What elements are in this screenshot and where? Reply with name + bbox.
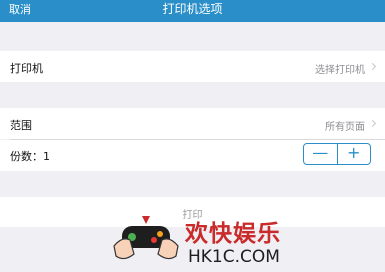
- increment-button[interactable]: +: [338, 144, 371, 164]
- range-value: 所有页面: [325, 122, 365, 133]
- navigation-bar: 取消 打印机选项: [0, 0, 385, 22]
- watermark-brand: 欢快娱乐: [185, 221, 281, 247]
- range-row[interactable]: 范围 所有页面: [0, 108, 385, 139]
- chevron-right-icon: [368, 119, 377, 128]
- printer-label: 打印机: [10, 62, 43, 75]
- gamepad-hands-logo: [113, 216, 179, 260]
- watermark-domain: HK1C.COM: [188, 247, 280, 267]
- page-title: 打印机选项: [162, 2, 223, 16]
- range-label: 范围: [10, 119, 32, 132]
- printer-row[interactable]: 打印机 选择打印机: [0, 51, 385, 82]
- chevron-right-icon: [368, 62, 377, 71]
- copies-stepper: — +: [303, 143, 371, 165]
- select-printer-value: 选择打印机: [315, 65, 365, 76]
- copies-label: 份数：1: [10, 150, 50, 163]
- decrement-button[interactable]: —: [304, 144, 338, 164]
